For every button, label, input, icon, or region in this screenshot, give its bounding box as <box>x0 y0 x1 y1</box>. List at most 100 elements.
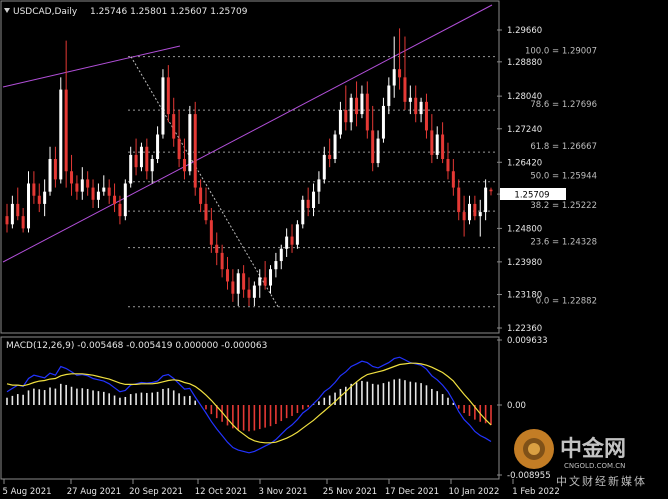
trendlines <box>2 4 493 307</box>
bull-candle <box>317 179 321 192</box>
bull-candle <box>322 154 326 180</box>
bear-candle <box>242 273 246 290</box>
bull-candle <box>80 179 84 192</box>
upper-trendline <box>2 45 181 88</box>
symbol-label: USDCAD,Daily <box>13 7 78 17</box>
x-tick-label: 17 Dec 2021 <box>385 487 439 497</box>
x-tick-label: 5 Aug 2021 <box>2 487 51 497</box>
fib-level-label: 38.2 = 1.25222 <box>530 201 597 211</box>
bull-candle <box>333 134 337 159</box>
bull-candle <box>252 285 256 298</box>
bear-candle <box>263 277 267 286</box>
macd-y-tick-label: -0.008955 <box>507 471 551 481</box>
bear-candle <box>5 216 9 225</box>
y-tick-label: 1.22360 <box>507 324 542 334</box>
bear-candle <box>209 220 213 245</box>
fib-level-label: 61.8 = 1.26667 <box>530 142 597 152</box>
watermark-tagline: 中文财经新媒体 <box>556 474 647 488</box>
bull-candle <box>312 191 316 208</box>
bear-candle <box>215 244 219 253</box>
bear-candle <box>199 187 203 204</box>
watermark-url: CNGOLD.COM.CN <box>564 462 625 470</box>
bear-candle <box>21 216 25 229</box>
bear-candle <box>177 138 181 159</box>
bull-candle <box>43 191 47 204</box>
bear-candle <box>118 203 122 217</box>
bear-candle <box>225 269 229 282</box>
bear-candle <box>32 183 36 196</box>
bear-candle <box>489 189 493 192</box>
bull-candle <box>236 273 240 294</box>
x-tick-label: 27 Aug 2021 <box>67 487 121 497</box>
bull-candle <box>376 138 380 164</box>
bear-candle <box>75 183 79 192</box>
bull-candle <box>360 93 364 115</box>
bear-candle <box>37 195 41 204</box>
bull-candle <box>269 269 273 286</box>
bear-candle <box>145 146 149 172</box>
macd-label: MACD(12,26,9) -0.005468 -0.005419 0.0000… <box>6 341 267 351</box>
bull-candle <box>392 69 396 86</box>
bull-candle <box>139 146 143 168</box>
bear-candle <box>91 187 95 200</box>
bull-candle <box>295 224 299 245</box>
bear-candle <box>290 236 294 245</box>
dropdown-triangle-icon[interactable] <box>4 8 10 13</box>
bear-candle <box>113 195 117 204</box>
bear-candle <box>414 97 418 115</box>
channel-trendline <box>2 4 493 263</box>
bull-candle <box>484 187 488 213</box>
bull-candle <box>10 203 14 225</box>
watermark-brand: 中金网 <box>560 436 626 462</box>
bull-candle <box>387 85 391 106</box>
bear-candle <box>182 158 186 172</box>
bear-candle <box>53 158 57 180</box>
bull-candle <box>27 183 31 229</box>
x-tick-label: 12 Oct 2021 <box>195 487 248 497</box>
bear-candle <box>231 281 235 294</box>
bear-candle <box>306 199 310 208</box>
bull-candle <box>285 236 289 249</box>
bear-candle <box>398 69 402 78</box>
bear-candle <box>344 110 348 123</box>
y-tick-label: 1.23180 <box>507 291 542 301</box>
fib-level-label: 100.0 = 1.29007 <box>525 47 597 57</box>
y-tick-label: 1.28880 <box>507 58 542 68</box>
bull-candle <box>435 134 439 155</box>
bear-candle <box>473 203 477 217</box>
macd-y-tick-label: 0.009633 <box>507 336 548 346</box>
bear-candle <box>70 171 74 184</box>
price-panel-frame <box>0 0 500 334</box>
bear-candle <box>220 252 224 270</box>
bull-candle <box>419 101 423 115</box>
macd-indicator: 0.009633 0.00 -0.008955 <box>6 336 551 481</box>
bear-candle <box>441 134 445 159</box>
x-tick-label: 3 Nov 2021 <box>258 487 307 497</box>
bull-candle <box>467 203 471 221</box>
bear-candle <box>204 203 208 221</box>
bear-candle <box>365 93 369 131</box>
y-tick-label: 1.24800 <box>507 224 542 234</box>
bear-candle <box>247 289 251 298</box>
bear-candle <box>355 97 359 115</box>
x-tick-label: 25 Nov 2021 <box>323 487 377 497</box>
bull-candle <box>478 212 482 217</box>
bear-candle <box>462 212 466 221</box>
bull-candle <box>123 183 127 217</box>
x-tick-label: 20 Sep 2021 <box>129 487 183 497</box>
bull-candle <box>188 114 192 172</box>
y-tick-label: 1.29660 <box>507 26 542 36</box>
y-tick-label: 1.28040 <box>507 92 542 102</box>
fib-level-label: 50.0 = 1.25944 <box>530 172 597 182</box>
bull-candle <box>301 199 305 225</box>
bear-candle <box>371 130 375 164</box>
x-tick-label: 1 Feb 2022 <box>512 487 560 497</box>
y-tick-label: 1.26420 <box>507 158 542 168</box>
bull-candle <box>150 158 154 172</box>
ohlc-label: 1.25746 1.25801 1.25607 1.25709 <box>90 7 248 17</box>
y-tick-label: 1.27240 <box>507 125 542 135</box>
bear-candle <box>166 77 170 115</box>
bull-candle <box>59 89 63 180</box>
bear-candle <box>446 158 450 172</box>
bull-candle <box>258 277 262 286</box>
